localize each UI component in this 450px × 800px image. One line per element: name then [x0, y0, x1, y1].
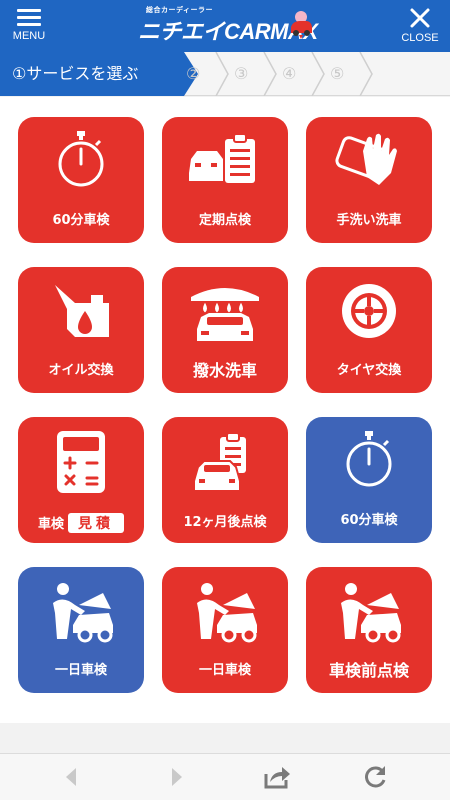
back-arrow-icon[interactable]	[62, 764, 80, 790]
mechanic-icon	[197, 583, 257, 643]
service-tile-12month-inspection[interactable]: 12ヶ月後点検	[162, 417, 288, 543]
step-5: ⑤	[330, 52, 344, 96]
car-checklist-icon	[193, 432, 246, 492]
step-3: ③	[234, 52, 248, 96]
oil-can-icon	[55, 285, 109, 337]
service-label: 60分車検	[52, 213, 110, 228]
service-tile-inspection-estimate[interactable]: 車検 見積	[18, 417, 144, 543]
stopwatch-icon	[58, 131, 104, 187]
share-icon[interactable]	[262, 764, 292, 790]
menu-label: MENU	[12, 30, 46, 42]
service-tile-water-repellent-wash[interactable]: 撥水洗車	[162, 267, 288, 393]
chevron-right-icon	[263, 52, 277, 96]
step-progress-bar: ①サービスを選ぶ ② ③ ④ ⑤	[0, 52, 450, 96]
service-label-text: 車検	[37, 517, 64, 532]
step-label: ②	[186, 64, 201, 83]
service-label: オイル交換	[48, 363, 114, 378]
service-label: 撥水洗車	[192, 361, 257, 380]
mechanic-icon	[341, 583, 401, 643]
step-4: ④	[282, 52, 296, 96]
step-label: ⑤	[330, 64, 345, 83]
chevron-right-icon	[311, 52, 325, 96]
step-label: ①サービスを選ぶ	[12, 64, 139, 83]
service-label: タイヤ交換	[336, 363, 402, 378]
step-2: ②	[186, 52, 200, 96]
logo-car-icon	[291, 11, 312, 39]
reload-icon[interactable]	[362, 764, 388, 790]
tire-icon	[342, 284, 396, 338]
service-label: 60分車検	[340, 513, 398, 528]
service-label: 一日車検	[54, 663, 107, 678]
step-1: ①サービスを選ぶ	[0, 52, 198, 96]
step-label: ③	[234, 64, 249, 83]
service-tile-oil-change[interactable]: オイル交換	[18, 267, 144, 393]
chevron-right-icon	[215, 52, 229, 96]
service-label: 12ヶ月後点検	[183, 515, 267, 530]
chevron-right-icon	[359, 52, 373, 96]
step-label: ④	[282, 64, 297, 83]
hamburger-icon	[17, 9, 41, 27]
service-tile-tire-change[interactable]: タイヤ交換	[306, 267, 432, 393]
service-label: 車検前点検	[328, 661, 409, 680]
estimate-badge: 見積	[68, 513, 124, 533]
service-tile-60min-inspection-blue[interactable]: 60分車検	[306, 417, 432, 543]
stopwatch-icon	[346, 431, 392, 487]
car-checklist-icon	[189, 133, 255, 183]
close-label: CLOSE	[401, 32, 439, 44]
service-tile-60min-inspection[interactable]: 60分車検	[18, 117, 144, 243]
service-tile-pre-inspection[interactable]: 車検前点検	[306, 567, 432, 693]
menu-button[interactable]: MENU	[8, 6, 50, 48]
service-label: 定期点検	[198, 213, 251, 228]
glove-sponge-icon	[335, 133, 397, 185]
service-tile-one-day-inspection-blue[interactable]: 一日車検	[18, 567, 144, 693]
service-tile-hand-wash[interactable]: 手洗い洗車	[306, 117, 432, 243]
car-wash-icon	[191, 288, 259, 341]
app-screen: MENU 総合カーディーラー ニチエイCARMAX CLOSE ①サービスを選ぶ…	[0, 0, 450, 800]
browser-toolbar	[0, 753, 450, 800]
brand-logo[interactable]: 総合カーディーラー ニチエイCARMAX	[138, 5, 318, 47]
service-grid: 60分車検 定期点検 手洗い洗車 オイル交換 撥水洗車 タイヤ交換 車検 見積 …	[0, 97, 450, 723]
close-button[interactable]: CLOSE	[398, 6, 442, 48]
service-label: 車検 見積	[18, 513, 144, 533]
calculator-icon	[57, 431, 105, 493]
header-bar: MENU 総合カーディーラー ニチエイCARMAX CLOSE	[0, 0, 450, 52]
service-tile-one-day-inspection[interactable]: 一日車検	[162, 567, 288, 693]
mechanic-icon	[53, 583, 113, 643]
service-label: 手洗い洗車	[336, 213, 402, 228]
service-tile-periodic-inspection[interactable]: 定期点検	[162, 117, 288, 243]
service-label: 一日車検	[198, 663, 251, 678]
forward-arrow-icon[interactable]	[168, 764, 186, 790]
close-icon	[410, 8, 430, 28]
